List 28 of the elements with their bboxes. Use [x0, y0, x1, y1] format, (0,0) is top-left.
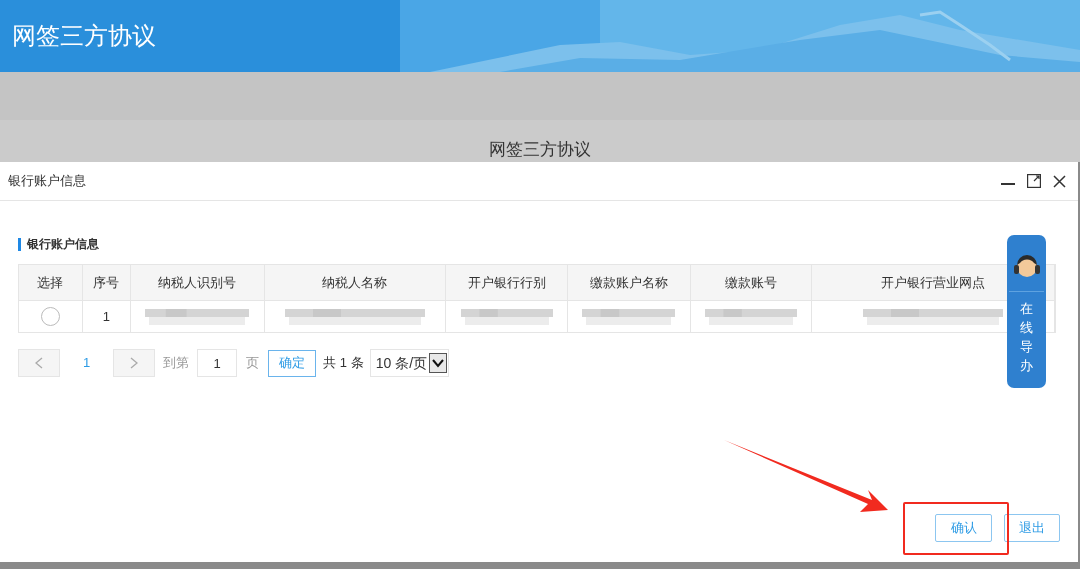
online-guide-label: 在线导办	[1020, 300, 1033, 375]
confirm-button[interactable]: 确认	[935, 514, 992, 542]
column-header: 缴款账户名称	[567, 265, 691, 300]
go-button[interactable]: 确定	[268, 349, 317, 377]
maximize-icon[interactable]	[1027, 174, 1041, 188]
column-header: 纳税人识别号	[130, 265, 265, 300]
goto-label: 到第	[163, 354, 190, 373]
total-count: 共 1 条	[323, 354, 364, 373]
chevron-left-icon	[35, 357, 43, 369]
chevron-right-icon	[130, 357, 139, 369]
dialog-title: 银行账户信息	[8, 172, 87, 191]
column-header: 缴款账号	[690, 265, 813, 300]
column-header: 纳税人名称	[264, 265, 447, 300]
column-header: 序号	[82, 265, 131, 300]
header-title: 网签三方协议	[12, 21, 156, 51]
page-unit: 页	[246, 354, 260, 373]
dropdown-icon	[429, 353, 448, 373]
section-title: 银行账户信息	[27, 236, 99, 253]
close-icon[interactable]	[1053, 174, 1066, 188]
page-size-select[interactable]: 10 条/页	[369, 349, 450, 377]
table-cell: 1	[82, 301, 131, 332]
column-header: 开户银行行别	[446, 265, 568, 300]
page-title: 网签三方协议	[489, 139, 591, 161]
column-header: 选择	[19, 265, 83, 300]
exit-button[interactable]: 退出	[1004, 514, 1060, 542]
page-input[interactable]: 1	[197, 349, 238, 377]
online-guide-button[interactable]: 在线导办	[1007, 235, 1046, 388]
current-page[interactable]: 1	[83, 353, 91, 373]
